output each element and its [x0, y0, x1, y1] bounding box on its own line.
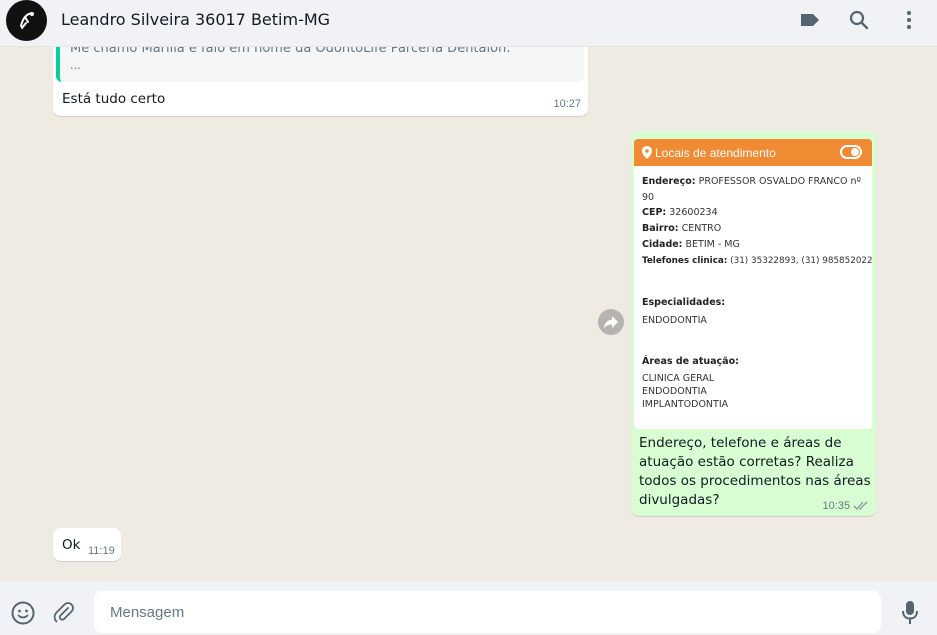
avatar[interactable] [6, 0, 47, 41]
forward-icon [604, 316, 618, 329]
telefones-label: Telefones clinica: [642, 256, 728, 266]
message-line: atuação estão corretas? Realiza [639, 454, 854, 470]
mic-icon[interactable] [897, 600, 923, 626]
location-pin-icon [642, 146, 652, 159]
contact-name[interactable]: Leandro Silveira 36017 Betim-MG [61, 10, 330, 29]
forward-button[interactable] [598, 309, 624, 335]
message-line: todos os procedimentos nas áreas [639, 473, 871, 489]
especialidade-item: ENDODONTIA [642, 315, 707, 326]
bairro-value: CENTRO [681, 223, 722, 234]
card-header: Locais de atendimento [634, 139, 872, 166]
endereco-label: Endereço: [642, 176, 696, 187]
emoji-icon[interactable] [10, 600, 36, 626]
composer-bar [0, 581, 937, 635]
cep-label: CEP: [642, 207, 667, 218]
endereco-value: PROFESSOR OSVALDO FRANCO nº [698, 176, 861, 187]
cidade-value: BETIM - MG [685, 239, 740, 250]
chat-area[interactable]: Me chamo Marilia e falo em nome da Odont… [0, 47, 937, 581]
area-item: CLINICA GERAL [642, 373, 715, 384]
card-title: Locais de atendimento [655, 145, 776, 160]
toggle-icon [840, 145, 862, 159]
chat-header: Leandro Silveira 36017 Betim-MG [0, 0, 937, 47]
endereco-cont: 90 [642, 192, 655, 203]
message-time: 11:19 [88, 545, 115, 557]
message-text: Ok [62, 537, 81, 553]
message-input[interactable] [94, 591, 881, 633]
cep-value: 32600234 [669, 207, 718, 218]
telefones-value: (31) 35322893, (31) 985852022 [730, 256, 872, 266]
message-time: 10:35 [822, 500, 850, 512]
quoted-ellipsis: ... [70, 57, 81, 72]
message-time: 10:27 [553, 98, 581, 110]
outgoing-message[interactable]: Locais de atendimento Endereço: PROFESSO… [631, 131, 876, 516]
cidade-label: Cidade: [642, 239, 683, 250]
bairro-label: Bairro: [642, 223, 679, 234]
attach-icon[interactable] [51, 600, 77, 626]
label-icon[interactable] [798, 8, 822, 32]
incoming-message[interactable]: Ok 11:19 [53, 528, 121, 561]
especialidades-label: Especialidades: [642, 297, 726, 308]
incoming-message[interactable]: Me chamo Marilia e falo em nome da Odont… [53, 47, 588, 116]
menu-icon[interactable] [897, 8, 921, 32]
search-icon[interactable] [847, 8, 871, 32]
message-text: Está tudo certo [62, 91, 166, 107]
areas-label: Áreas de atuação: [642, 356, 739, 367]
area-item: ENDODONTIA [642, 386, 707, 397]
message-line: Endereço, telefone e áreas de [639, 435, 842, 451]
message-text: Endereço, telefone e áreas de atuação es… [639, 434, 871, 510]
tooth-logo-icon [19, 11, 34, 29]
card-body: Endereço: PROFESSOR OSVALDO FRANCO nº 90… [642, 174, 872, 411]
quoted-text: Me chamo Marilia e falo em nome da Odont… [70, 47, 511, 56]
location-card-image[interactable]: Locais de atendimento Endereço: PROFESSO… [634, 139, 872, 429]
double-check-icon [853, 501, 868, 510]
quoted-message[interactable]: Me chamo Marilia e falo em nome da Odont… [56, 47, 584, 82]
area-item: IMPLANTODONTIA [642, 399, 729, 410]
